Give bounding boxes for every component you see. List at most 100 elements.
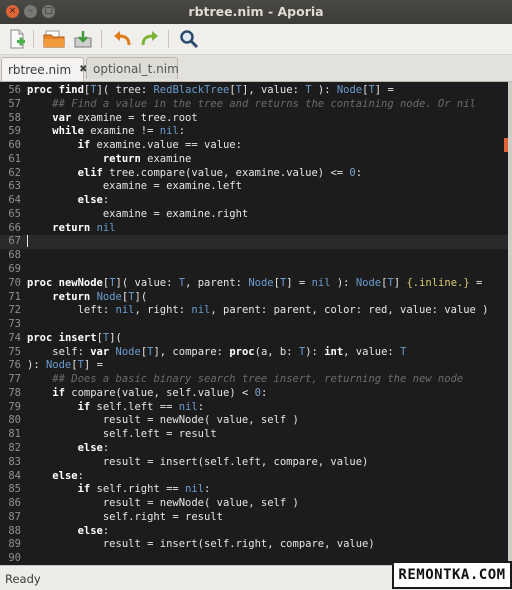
toolbar-separator [101,30,102,48]
tab-label: optional_t.nim [93,61,179,76]
code-text: result = insert(self.left, compare, valu… [27,455,369,468]
undo-icon [114,31,131,46]
line-number: 66 [8,221,21,234]
line-number: 79 [8,400,21,413]
tab-rbtree[interactable]: rbtree.nim ✖ [1,57,88,81]
code-text: else: [77,194,110,207]
line-number: 63 [8,180,21,193]
code-line[interactable]: 84 else: [0,470,508,484]
code-line[interactable]: 71 return Node[T]( [0,291,508,305]
line-number: 68 [8,249,21,262]
new-file-icon [10,29,25,49]
code-line[interactable]: 59 while examine != nil: [0,125,508,139]
tab-bar: rbtree.nim ✖ optional_t.nim [0,55,512,82]
line-number: 90 [8,552,21,565]
open-folder-icon [43,30,65,48]
line-number: 69 [8,263,21,275]
code-text: proc newNode[T]( value: T, parent: Node[… [27,276,483,289]
code-text: self: var Node[T], compare: proc(a, b: T… [27,345,407,358]
line-number: 61 [8,152,21,165]
redo-icon [141,31,158,46]
line-number: 71 [8,290,21,303]
line-number: 89 [8,538,21,551]
line-number: 85 [8,483,21,496]
code-line[interactable]: 85 if self.right == nil: [0,483,508,497]
code-text: result = newNode( value, self ) [27,414,299,427]
code-line[interactable]: 87 self.right = result [0,511,508,525]
save-button[interactable] [71,27,95,51]
code-line[interactable]: 57 ## Find a value in the tree and retur… [0,98,508,112]
code-line[interactable]: 79 if self.left == nil: [0,401,508,415]
code-line[interactable]: 73 [0,318,508,332]
toolbar-separator [33,30,34,48]
line-number: 62 [8,166,21,179]
open-file-button[interactable] [42,27,66,51]
code-line[interactable]: 78 if compare(value, self.value) < 0: [0,387,508,401]
save-icon [74,31,92,48]
code-line[interactable]: 76): Node[T] = [0,359,508,373]
line-number: 64 [8,194,21,207]
code-line[interactable]: 74 proc insert[T]( [0,332,508,346]
line-number: 70 [8,276,21,289]
tab-label: rbtree.nim [8,62,72,77]
code-text: elif tree.compare(value, examine.value) … [77,166,363,179]
line-number: 72 [8,304,21,317]
line-number: 67 [8,235,21,248]
code-line[interactable]: 68 [0,249,508,263]
code-text: result = newNode( value, self ) [27,497,299,510]
code-text: return Node[T]( [52,290,148,303]
code-line[interactable]: 83 result = insert(self.left, compare, v… [0,456,508,470]
line-number: 84 [8,469,21,482]
code-line[interactable]: 64 else: [0,194,508,208]
code-text: ): Node[T] = [27,359,103,372]
code-text: else: [77,442,110,455]
line-number: 56 [8,84,21,96]
new-file-button[interactable] [5,27,29,51]
line-number: 78 [8,386,21,399]
code-line[interactable]: 56 proc find[T]( tree: RedBlackTree[T], v… [0,84,508,98]
code-line[interactable]: 82 else: [0,442,508,456]
code-line[interactable]: 70 proc newNode[T]( value: T, parent: Nod… [0,277,508,291]
code-line[interactable]: 69 [0,263,508,277]
code-line[interactable]: 61 return examine [0,153,508,167]
line-number: 81 [8,428,21,441]
code-line[interactable]: 80 result = newNode( value, self ) [0,414,508,428]
redo-button[interactable] [138,27,162,51]
code-line[interactable]: 75 self: var Node[T], compare: proc(a, b… [0,346,508,360]
code-line[interactable]: 81 self.left = result [0,428,508,442]
code-line[interactable]: 72 left: nil, right: nil, parent: parent… [0,304,508,318]
line-number: 58 [8,111,21,124]
code-line[interactable]: 67 [0,235,508,250]
code-line[interactable]: 88 else: [0,525,508,539]
code-text: ## Does a basic binary search tree inser… [52,373,464,386]
code-editor[interactable]: 56 proc find[T]( tree: RedBlackTree[T], v… [0,82,512,565]
code-text: left: nil, right: nil, parent: parent, c… [27,304,489,317]
code-text: self.right = result [27,510,223,523]
line-number: 86 [8,497,21,510]
code-text: return nil [52,221,116,234]
undo-button[interactable] [110,27,134,51]
code-text: proc insert[T]( [27,331,122,344]
title-bar: × – □ rbtree.nim - Aporia [0,0,512,24]
code-line[interactable]: 60 if examine.value == value: [0,139,508,153]
code-line[interactable]: 62 elif tree.compare(value, examine.valu… [0,167,508,181]
line-number: 73 [8,318,21,331]
code-text: self.left = result [27,428,217,441]
line-number: 82 [8,442,21,455]
line-number: 75 [8,345,21,358]
code-line[interactable]: 65 examine = examine.right [0,208,508,222]
find-icon [180,30,199,49]
code-line[interactable]: 89 result = insert(self.right, compare, … [0,538,508,552]
code-line[interactable]: 58 var examine = tree.root [0,112,508,126]
line-number: 65 [8,207,21,220]
code-line[interactable]: 63 examine = examine.left [0,180,508,194]
code-line[interactable]: 86 result = newNode( value, self ) [0,497,508,511]
tab-optional-t[interactable]: optional_t.nim [86,57,179,79]
code-text: ## Find a value in the tree and returns … [52,97,476,110]
find-button[interactable] [177,27,201,51]
scrollbar-marker[interactable] [504,138,508,152]
code-line[interactable]: 77 ## Does a basic binary search tree in… [0,373,508,387]
toolbar-separator [168,30,169,48]
code-line[interactable]: 66 return nil [0,222,508,236]
code-text: else: [52,469,84,482]
